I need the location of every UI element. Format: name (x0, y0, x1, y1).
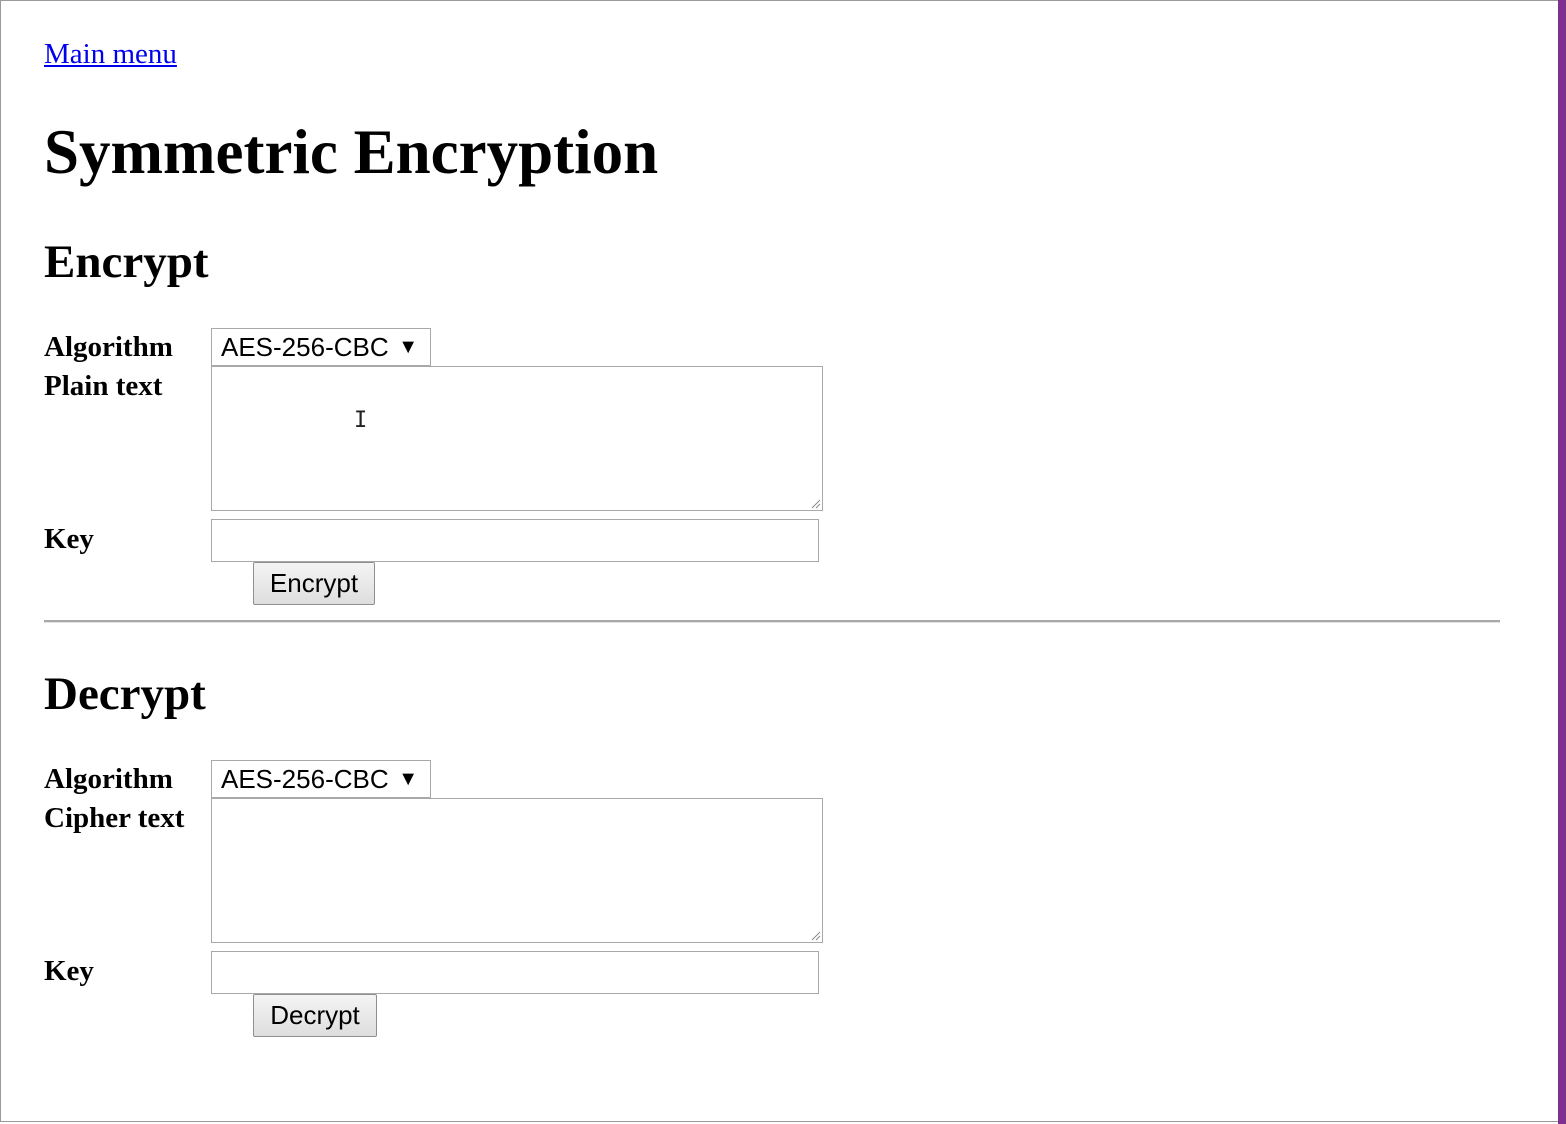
decrypt-algorithm-select[interactable]: AES-256-CBC ▼ (211, 760, 431, 798)
cipher-text-label: Cipher text (44, 802, 185, 834)
encrypt-algorithm-select[interactable]: AES-256-CBC ▼ (211, 328, 431, 366)
encrypt-key-input[interactable] (211, 519, 819, 562)
section-divider (44, 620, 1500, 623)
main-menu-link[interactable]: Main menu (44, 36, 177, 72)
encrypt-algorithm-value: AES-256-CBC (221, 332, 389, 362)
encrypt-heading: Encrypt (44, 236, 209, 288)
decrypt-algorithm-value: AES-256-CBC (221, 764, 389, 794)
page-title: Symmetric Encryption (44, 117, 659, 187)
chevron-down-icon: ▼ (398, 336, 418, 358)
decrypt-key-label: Key (44, 955, 94, 987)
cipher-text-input[interactable] (211, 798, 823, 943)
plain-text-input[interactable]: I (211, 366, 823, 511)
resize-grip-icon[interactable] (811, 499, 821, 509)
decrypt-heading: Decrypt (44, 668, 206, 720)
encrypt-algorithm-label: Algorithm (44, 331, 173, 363)
plain-text-label: Plain text (44, 370, 163, 402)
decrypt-key-input[interactable] (211, 951, 819, 994)
chevron-down-icon: ▼ (398, 768, 418, 790)
window-edge (1558, 0, 1566, 1124)
encrypt-key-label: Key (44, 523, 94, 555)
resize-grip-icon[interactable] (811, 931, 821, 941)
decrypt-button[interactable]: Decrypt (253, 994, 377, 1037)
decrypt-algorithm-label: Algorithm (44, 763, 173, 795)
encrypt-button[interactable]: Encrypt (253, 562, 375, 605)
text-cursor-icon: I (354, 408, 368, 433)
